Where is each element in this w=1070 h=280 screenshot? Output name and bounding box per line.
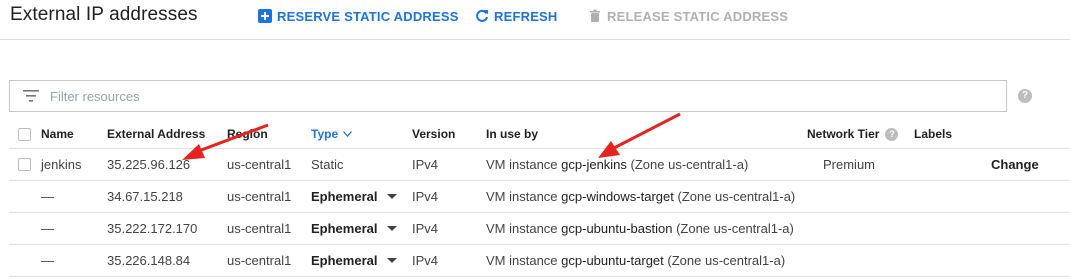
row-region: us-central1 — [227, 157, 292, 172]
reserve-static-address-label: RESERVE STATIC ADDRESS — [277, 8, 459, 24]
row-region: us-central1 — [227, 189, 292, 204]
row-type-value: Ephemeral — [311, 253, 378, 268]
network-tier-help-icon[interactable]: ? — [885, 127, 899, 141]
row-name: jenkins — [41, 157, 82, 172]
row-version: IPv4 — [412, 157, 439, 172]
row-name: — — [41, 253, 54, 268]
table-row: — 34.67.15.218 us-central1 Ephemeral IPv… — [9, 181, 1070, 213]
row-vm-link[interactable]: gcp-ubuntu-target — [561, 253, 664, 268]
row-vm-prefix: VM instance — [486, 157, 562, 172]
table-row: — 35.222.172.170 us-central1 Ephemeral I… — [9, 213, 1070, 245]
sort-arrow-icon — [343, 131, 353, 137]
table-header-row: Name External Address Region Type Versio… — [9, 120, 1070, 149]
select-all-checkbox[interactable] — [18, 127, 31, 141]
trash-icon — [590, 9, 600, 22]
row-vm-prefix: VM instance — [486, 253, 562, 268]
dropdown-caret-icon — [387, 194, 398, 199]
row-external-address: 35.225.96.126 — [107, 157, 191, 172]
ip-address-table: Name External Address Region Type Versio… — [9, 120, 1070, 277]
row-type-value: Ephemeral — [311, 221, 378, 236]
filter-resources-input[interactable] — [50, 81, 990, 111]
page-title: External IP addresses — [10, 4, 198, 25]
column-header-name[interactable]: Name — [41, 120, 74, 148]
column-header-network-tier-label: Network Tier — [807, 127, 880, 141]
row-region: us-central1 — [227, 221, 292, 236]
select-all-cell — [18, 120, 31, 148]
row-type-dropdown[interactable]: Ephemeral — [311, 213, 398, 244]
row-version: IPv4 — [412, 221, 439, 236]
row-in-use-by: VM instance gcp-windows-target (Zone us-… — [486, 181, 795, 212]
dropdown-caret-icon — [387, 258, 398, 263]
row-in-use-by: VM instance gcp-ubuntu-bastion (Zone us-… — [486, 213, 794, 244]
row-external-address: 35.226.148.84 — [107, 253, 191, 268]
refresh-label: REFRESH — [494, 8, 558, 24]
row-version: IPv4 — [412, 189, 439, 204]
row-network-tier: Premium — [823, 157, 876, 172]
change-tier-button[interactable]: Change — [991, 149, 1039, 180]
row-type: Static — [311, 157, 344, 172]
column-header-in-use-by[interactable]: In use by — [486, 120, 538, 148]
page-header: External IP addresses RESERVE STATIC ADD… — [0, 0, 1070, 40]
release-static-address-label: RELEASE STATIC ADDRESS — [607, 8, 789, 24]
column-header-labels[interactable]: Labels — [914, 120, 952, 148]
row-type-dropdown[interactable]: Ephemeral — [311, 181, 398, 212]
filter-bar — [9, 80, 1007, 112]
table-row: — 35.226.148.84 us-central1 Ephemeral IP… — [9, 245, 1070, 277]
row-type-value: Ephemeral — [311, 189, 378, 204]
row-vm-link[interactable]: gcp-ubuntu-bastion — [561, 221, 672, 236]
dropdown-caret-icon — [387, 226, 398, 231]
column-header-version[interactable]: Version — [412, 120, 455, 148]
table-row: jenkins 35.225.96.126 us-central1 Static… — [9, 149, 1070, 181]
row-vm-prefix: VM instance — [486, 189, 562, 204]
row-checkbox-cell — [18, 149, 31, 180]
column-header-network-tier[interactable]: Network Tier ? — [807, 120, 899, 148]
refresh-icon — [476, 9, 488, 22]
filter-icon — [23, 90, 39, 102]
row-external-address: 35.222.172.170 — [107, 221, 198, 236]
row-version: IPv4 — [412, 253, 439, 268]
row-in-use-by: VM instance gcp-jenkins (Zone us-central… — [486, 149, 748, 180]
row-external-address: 34.67.15.218 — [107, 189, 183, 204]
release-static-address-button[interactable]: RELEASE STATIC ADDRESS — [588, 7, 788, 25]
row-vm-prefix: VM instance — [486, 221, 562, 236]
row-name: — — [41, 189, 54, 204]
add-box-icon — [258, 9, 272, 23]
row-zone: (Zone us-central1-a) — [672, 221, 794, 236]
column-header-region[interactable]: Region — [227, 120, 268, 148]
row-name: — — [41, 221, 54, 236]
reserve-static-address-button[interactable]: RESERVE STATIC ADDRESS — [258, 7, 459, 25]
row-zone: (Zone us-central1-a) — [663, 253, 786, 268]
column-header-type[interactable]: Type — [311, 120, 353, 148]
row-region: us-central1 — [227, 253, 292, 268]
row-in-use-by: VM instance gcp-ubuntu-target (Zone us-c… — [486, 245, 785, 276]
refresh-button[interactable]: REFRESH — [475, 7, 558, 25]
row-type-dropdown[interactable]: Ephemeral — [311, 245, 398, 276]
help-icon[interactable]: ? — [1018, 89, 1032, 103]
row-checkbox[interactable] — [18, 158, 31, 171]
row-zone: (Zone us-central1-a) — [673, 189, 796, 204]
column-header-external-address[interactable]: External Address — [107, 120, 205, 148]
row-vm-link[interactable]: gcp-jenkins — [561, 157, 627, 172]
column-header-type-label: Type — [311, 127, 339, 141]
row-zone: (Zone us-central1-a) — [626, 157, 749, 172]
row-vm-link[interactable]: gcp-windows-target — [561, 189, 674, 204]
